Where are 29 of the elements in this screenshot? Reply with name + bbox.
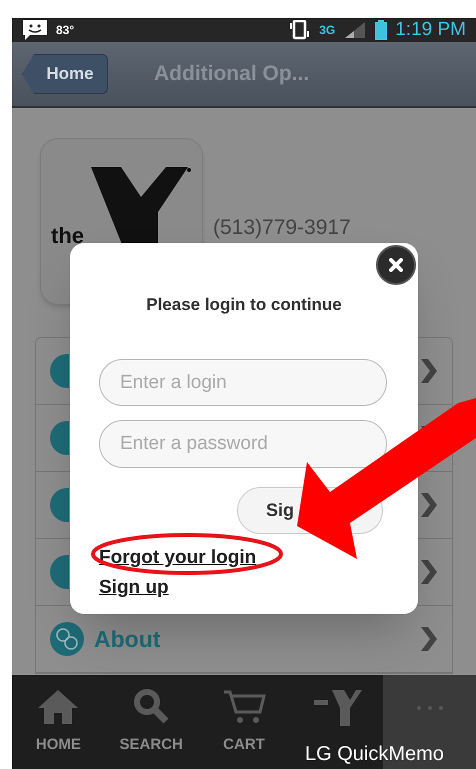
overlay-text: LG QuickMemo: [305, 742, 444, 766]
chevron-icon: [419, 560, 437, 584]
signal-icon: [343, 21, 368, 39]
chevron-icon: [419, 359, 437, 383]
back-button[interactable]: Home: [22, 54, 108, 94]
close-icon: [388, 257, 404, 273]
close-button[interactable]: [376, 245, 416, 285]
circle-icon: [50, 622, 84, 656]
menu-label: About: [94, 624, 160, 654]
vibrate-icon: [289, 20, 312, 40]
login-field[interactable]: Enter a login: [99, 359, 387, 406]
chevron-icon: [419, 627, 437, 651]
logo-text: the: [51, 222, 84, 250]
more-icon: [414, 704, 445, 712]
page-title: Additional Op...: [154, 61, 310, 88]
home-icon: [36, 688, 80, 724]
link[interactable]: Sign up: [99, 574, 169, 602]
chevron-icon: [419, 493, 437, 517]
clock: 1:19 PM: [395, 18, 466, 42]
temperature: 83°: [56, 22, 74, 39]
link[interactable]: Forgot your login: [99, 544, 256, 572]
password-field[interactable]: Enter a password: [99, 420, 387, 468]
search-icon: [132, 688, 170, 724]
dialog-title: Please login to continue: [145, 294, 343, 316]
network-type: 3G: [319, 24, 336, 36]
battery-icon: [375, 20, 388, 40]
cart-icon: [222, 688, 266, 724]
phone-number: (513)779-3917: [213, 214, 351, 240]
y-logo-icon: [312, 690, 362, 726]
